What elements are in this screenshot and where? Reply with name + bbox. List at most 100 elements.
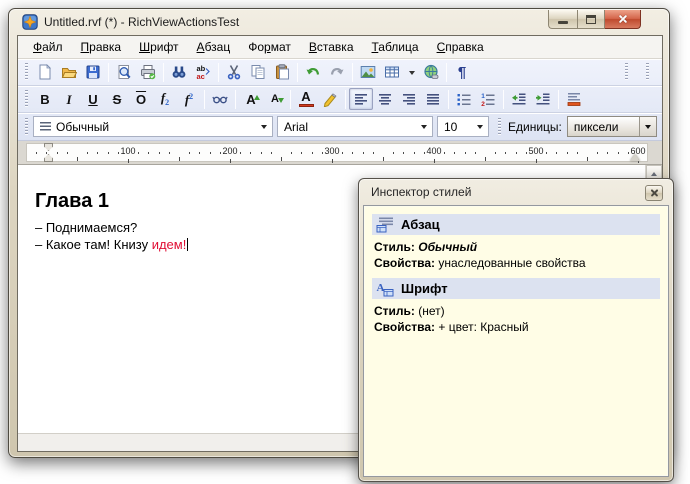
hypertext-button[interactable] [208,88,232,110]
find-button[interactable] [167,61,191,83]
units-value: пиксели [574,120,619,134]
outdent-button[interactable] [507,88,531,110]
toolbar-separator [446,63,447,82]
insert-table-dropdown[interactable] [404,61,419,83]
hyperlink-button[interactable] [419,61,443,83]
justify-icon [425,91,441,107]
font-color-button[interactable]: A [294,88,318,110]
indent-button[interactable] [531,88,555,110]
combo-arrow-button[interactable] [639,117,656,136]
menu-file[interactable]: Файл [24,37,72,57]
indent-icon [535,91,551,107]
print-icon [140,64,156,80]
font-size-combo[interactable]: 10 [437,116,489,137]
inspector-close-button[interactable] [645,185,663,201]
bullets-icon [456,91,472,107]
toolbar-gripper[interactable] [25,118,28,136]
svg-text:1: 1 [481,93,485,100]
globe-link-icon [423,64,439,80]
copy-button[interactable] [246,61,270,83]
svg-text:A: A [377,282,385,294]
inspector-row: Стиль: Обычный [372,240,660,255]
minimize-button[interactable] [548,10,577,29]
align-center-button[interactable] [373,88,397,110]
inspector-titlebar[interactable]: Инспектор стилей [359,179,673,205]
chevron-down-icon [261,125,267,132]
replace-button[interactable]: abac [191,61,215,83]
menu-insert[interactable]: Вставка [300,37,363,57]
chevron-down-icon [409,71,415,78]
print-button[interactable] [136,61,160,83]
italic-button[interactable]: I [57,88,81,110]
paste-button[interactable] [270,61,294,83]
menu-format[interactable]: Формат [239,37,300,57]
menu-help[interactable]: Справка [428,37,493,57]
toolbar-separator [503,90,504,109]
insert-table-button[interactable] [380,61,404,83]
toolbar-gripper[interactable] [25,63,28,81]
save-button[interactable] [81,61,105,83]
app-logo-icon [22,14,38,30]
toolbar-gripper[interactable] [646,63,649,81]
chevron-down-icon [645,125,651,132]
menu-table[interactable]: Таблица [363,37,428,57]
shrink-font-button[interactable]: A [263,88,287,110]
subscript-button[interactable]: f2 [153,88,177,110]
glasses-icon [212,91,228,107]
highlight-button[interactable] [318,88,342,110]
toolbar-separator [345,90,346,109]
undo-button[interactable] [301,61,325,83]
menu-font[interactable]: Шрифт [130,37,187,57]
overline-button[interactable]: O [129,88,153,110]
paragraph-color-button[interactable] [562,88,586,110]
numbering-icon: 12 [480,91,496,107]
inspector-title: Инспектор стилей [371,185,471,199]
font-name-value: Arial [284,120,308,134]
toolbar-gripper[interactable] [498,118,501,136]
horizontal-ruler[interactable]: 100200300400500600 [18,141,662,165]
paragraph-marks-button[interactable]: ¶ [450,61,474,83]
maximize-button[interactable] [577,10,605,29]
align-left-button[interactable] [349,88,373,110]
superscript-button[interactable]: f2 [177,88,201,110]
image-icon [360,64,376,80]
open-button[interactable] [57,61,81,83]
toolbar-formatting: B I U S O f2 f2 A A A [18,86,662,113]
bold-icon: B [40,93,49,106]
print-preview-button[interactable] [112,61,136,83]
paragraph-style-combo[interactable]: Обычный [33,116,273,137]
color-swatch [299,104,314,107]
toolbar-separator [108,63,109,82]
toolbar-gripper[interactable] [625,63,628,81]
right-indent-marker[interactable] [630,149,640,161]
close-button[interactable] [605,10,641,29]
cut-button[interactable] [222,61,246,83]
titlebar[interactable]: Untitled.rvf (*) - RichViewActionsTest [9,9,669,35]
toolbar-standard: abac [18,59,662,86]
align-center-icon [377,91,393,107]
outdent-icon [511,91,527,107]
strikethrough-icon: S [113,93,122,106]
insert-image-button[interactable] [356,61,380,83]
strikethrough-button[interactable]: S [105,88,129,110]
numbering-button[interactable]: 12 [476,88,500,110]
window-title: Untitled.rvf (*) - RichViewActionsTest [44,15,239,29]
toolbar-gripper[interactable] [25,90,28,108]
units-combo[interactable]: пиксели [567,116,657,137]
underline-button[interactable]: U [81,88,105,110]
bold-button[interactable]: B [33,88,57,110]
bullets-button[interactable] [452,88,476,110]
menu-edit[interactable]: Правка [72,37,131,57]
new-document-button[interactable] [33,61,57,83]
menu-paragraph[interactable]: Абзац [188,37,240,57]
props-value: унаследованные свойства [438,256,585,270]
align-right-button[interactable] [397,88,421,110]
redo-button[interactable] [325,61,349,83]
copy-icon [250,64,266,80]
justify-button[interactable] [421,88,445,110]
grow-font-button[interactable]: A [239,88,263,110]
section-header-label: Шрифт [401,281,448,296]
pilcrow-icon: ¶ [458,65,466,80]
font-name-combo[interactable]: Arial [277,116,433,137]
inspector-row: Стиль: (нет) [372,304,660,319]
